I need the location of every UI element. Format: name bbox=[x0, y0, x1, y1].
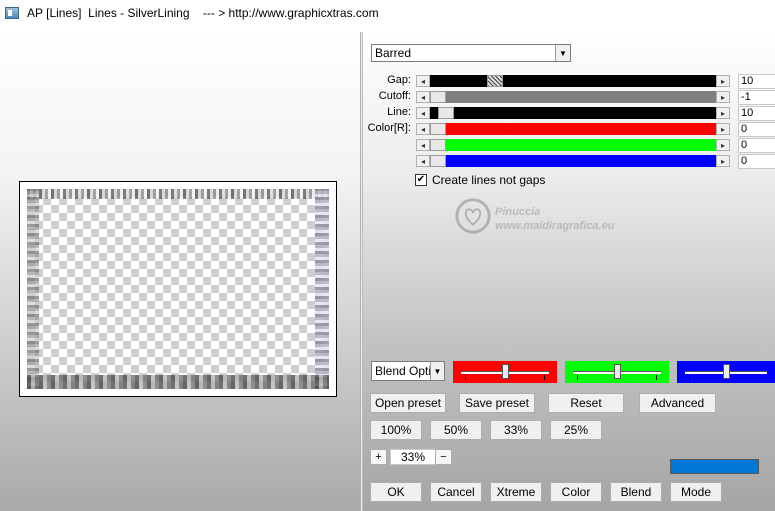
slider-5[interactable]: ◂ ▸ bbox=[416, 155, 730, 167]
preview-edge-top bbox=[27, 189, 329, 199]
preview-edge-right bbox=[315, 189, 329, 389]
scroll-right-icon[interactable]: ▸ bbox=[716, 75, 730, 87]
zoom-33-button[interactable]: 33% bbox=[490, 420, 542, 440]
scroll-left-icon[interactable]: ◂ bbox=[416, 139, 430, 151]
slider-track[interactable] bbox=[430, 75, 716, 87]
slider-knob[interactable] bbox=[723, 364, 730, 379]
slider-value-field[interactable]: 0 bbox=[738, 122, 775, 137]
reset-button[interactable]: Reset bbox=[548, 393, 624, 413]
color-button[interactable]: Color bbox=[550, 482, 602, 502]
zoom-50-button[interactable]: 50% bbox=[430, 420, 482, 440]
blue-blend-slider[interactable] bbox=[677, 361, 775, 383]
slider-tick bbox=[577, 375, 578, 380]
slider-label: Color[R]: bbox=[367, 122, 411, 134]
slider-track[interactable] bbox=[430, 107, 716, 119]
preview-image bbox=[27, 189, 329, 389]
slider-1[interactable]: ◂ ▸ bbox=[416, 91, 730, 103]
preview-frame bbox=[19, 181, 337, 397]
create-lines-checkbox-row[interactable]: ✔ Create lines not gaps bbox=[415, 173, 545, 187]
watermark-url: www.maidiragrafica.eu bbox=[495, 220, 615, 232]
slider-value-field[interactable]: 0 bbox=[738, 138, 775, 153]
style-select[interactable]: Barred ▼ bbox=[371, 44, 571, 62]
style-select-value: Barred bbox=[375, 46, 412, 60]
slider-thumb[interactable] bbox=[430, 139, 446, 151]
slider-value-field[interactable]: 10 bbox=[738, 74, 775, 89]
slider-thumb[interactable] bbox=[438, 107, 455, 119]
create-lines-checkbox[interactable]: ✔ bbox=[415, 174, 427, 186]
blend-button[interactable]: Blend bbox=[610, 482, 662, 502]
green-blend-slider[interactable] bbox=[565, 361, 669, 383]
scroll-left-icon[interactable]: ◂ bbox=[416, 107, 430, 119]
preview-edge-bottom bbox=[27, 375, 329, 389]
slider-tick bbox=[465, 375, 466, 380]
preview-pane bbox=[0, 32, 360, 511]
slider-0[interactable]: ◂ ▸ bbox=[416, 75, 730, 87]
watermark: Pinuccia www.maidiragrafica.eu bbox=[451, 195, 631, 245]
slider-thumb[interactable] bbox=[430, 91, 446, 103]
ok-button[interactable]: OK bbox=[370, 482, 422, 502]
blend-options-value: Blend Optio bbox=[375, 364, 430, 378]
zoom-out-button[interactable]: − bbox=[435, 449, 452, 465]
zoom-value: 33% bbox=[390, 449, 436, 465]
slider-value-field[interactable]: -1 bbox=[738, 90, 775, 105]
slider-track[interactable] bbox=[430, 155, 716, 167]
slider-value-field[interactable]: 10 bbox=[738, 106, 775, 121]
controls-pane: Barred ▼ Gap: ◂ ▸ 10 Cutoff: ◂ ▸ -1 Line: ◂ ▸ 10 Col… bbox=[363, 32, 775, 511]
watermark-name: Pinuccia bbox=[495, 206, 541, 218]
slider-knob[interactable] bbox=[614, 364, 621, 379]
slider-track[interactable] bbox=[430, 139, 716, 151]
scroll-right-icon[interactable]: ▸ bbox=[716, 107, 730, 119]
preview-edge-left bbox=[27, 189, 39, 389]
cancel-button[interactable]: Cancel bbox=[430, 482, 482, 502]
slider-thumb[interactable] bbox=[430, 123, 446, 135]
slider-label: Gap: bbox=[387, 74, 411, 86]
slider-track[interactable] bbox=[430, 91, 716, 103]
heart-logo-icon bbox=[455, 198, 491, 234]
scroll-left-icon[interactable]: ◂ bbox=[416, 91, 430, 103]
app-icon bbox=[5, 6, 19, 19]
save-preset-button[interactable]: Save preset bbox=[459, 393, 535, 413]
slider-thumb[interactable] bbox=[486, 75, 503, 87]
zoom-25-button[interactable]: 25% bbox=[550, 420, 602, 440]
xtreme-button[interactable]: Xtreme bbox=[490, 482, 542, 502]
scroll-left-icon[interactable]: ◂ bbox=[416, 75, 430, 87]
slider-3[interactable]: ◂ ▸ bbox=[416, 123, 730, 135]
mode-button[interactable]: Mode bbox=[670, 482, 722, 502]
slider-2[interactable]: ◂ ▸ bbox=[416, 107, 730, 119]
create-lines-label: Create lines not gaps bbox=[432, 173, 546, 187]
chevron-down-icon[interactable]: ▼ bbox=[555, 45, 570, 61]
scroll-right-icon[interactable]: ▸ bbox=[716, 123, 730, 135]
slider-4[interactable]: ◂ ▸ bbox=[416, 139, 730, 151]
scroll-right-icon[interactable]: ▸ bbox=[716, 139, 730, 151]
slider-thumb[interactable] bbox=[430, 155, 446, 167]
advanced-button[interactable]: Advanced bbox=[639, 393, 716, 413]
slider-value-field[interactable]: 0 bbox=[738, 154, 775, 169]
red-blend-slider[interactable] bbox=[453, 361, 557, 383]
slider-tick bbox=[689, 375, 690, 380]
blend-options-select[interactable]: Blend Optio ▼ bbox=[371, 361, 445, 381]
color-swatch[interactable] bbox=[670, 459, 759, 474]
scroll-left-icon[interactable]: ◂ bbox=[416, 123, 430, 135]
title-bar: AP [Lines] Lines - SilverLining --- > ht… bbox=[0, 0, 775, 25]
chevron-down-icon[interactable]: ▼ bbox=[430, 362, 444, 380]
scroll-right-icon[interactable]: ▸ bbox=[716, 91, 730, 103]
slider-label: Line: bbox=[387, 106, 411, 118]
scroll-right-icon[interactable]: ▸ bbox=[716, 155, 730, 167]
slider-knob[interactable] bbox=[502, 364, 509, 379]
open-preset-button[interactable]: Open preset bbox=[370, 393, 446, 413]
slider-tick bbox=[656, 375, 657, 380]
window-title: AP [Lines] Lines - SilverLining --- > ht… bbox=[27, 5, 379, 20]
slider-label: Cutoff: bbox=[378, 90, 411, 102]
zoom-100-button[interactable]: 100% bbox=[370, 420, 422, 440]
slider-tick bbox=[544, 375, 545, 380]
scroll-left-icon[interactable]: ◂ bbox=[416, 155, 430, 167]
slider-track[interactable] bbox=[430, 123, 716, 135]
zoom-in-button[interactable]: + bbox=[370, 449, 387, 465]
